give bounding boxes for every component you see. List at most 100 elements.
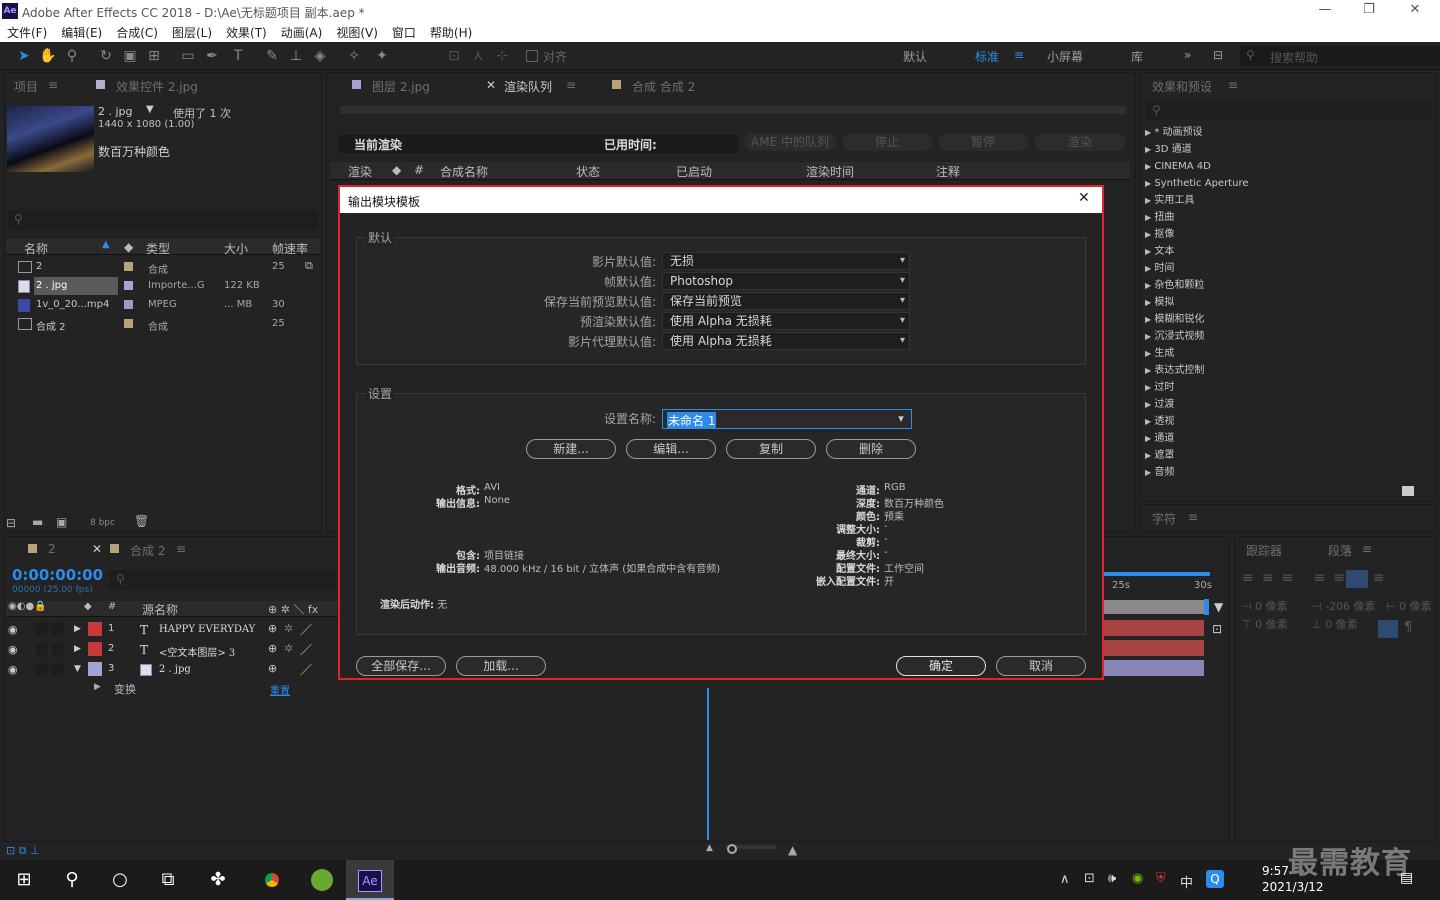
effects-category[interactable]: ▶ * 动画预设 bbox=[1145, 124, 1203, 141]
setting-name-combo[interactable]: 未命名 1 ▾ bbox=[662, 409, 912, 429]
movie-default-select[interactable]: 无损 ▾ bbox=[662, 252, 910, 270]
effects-category[interactable]: ▶ 表达式控制 bbox=[1145, 362, 1204, 379]
layer-label-color[interactable] bbox=[88, 662, 102, 676]
rectangle-tool-icon[interactable]: ▭ bbox=[178, 46, 198, 66]
more-workspaces-icon[interactable]: » bbox=[1184, 48, 1191, 62]
menu-layer[interactable]: 图层(L) bbox=[165, 24, 219, 41]
col-render-time[interactable]: 渲染时间 bbox=[806, 163, 854, 180]
interpret-footage-icon[interactable]: ⊟ bbox=[6, 516, 16, 530]
tab-timeline-comp2[interactable]: 合成 2 bbox=[130, 542, 165, 559]
effects-category[interactable]: ▶ 生成 bbox=[1145, 345, 1174, 362]
tab-composition[interactable]: 合成 合成 2 bbox=[632, 78, 695, 95]
chevron-down-icon[interactable]: ▾ bbox=[891, 410, 911, 428]
notification-icon[interactable]: ▤ bbox=[1400, 870, 1413, 886]
tab-character[interactable]: 字符 bbox=[1152, 510, 1176, 527]
restore-button[interactable]: ❐ bbox=[1354, 2, 1384, 20]
eye-visibility-icon[interactable]: ◉ bbox=[8, 623, 18, 636]
effects-category[interactable]: ▶ 模拟 bbox=[1145, 294, 1174, 311]
character-menu-icon[interactable]: ≡ bbox=[1188, 510, 1198, 524]
zoom-tool-icon[interactable]: ⚲ bbox=[62, 46, 82, 66]
reset-link[interactable]: 重置 bbox=[270, 682, 290, 697]
setting-name-input[interactable]: 未命名 1 bbox=[667, 412, 717, 429]
nvidia-icon[interactable]: ◉ bbox=[1132, 871, 1143, 886]
ime-indicator[interactable]: 中 bbox=[1180, 872, 1193, 891]
proxy-default-select[interactable]: 使用 Alpha 无损耗 ▾ bbox=[662, 332, 910, 350]
col-source-name[interactable]: 源名称 bbox=[142, 601, 178, 618]
pen-tool-icon[interactable]: ✒ bbox=[202, 46, 222, 66]
ame-queue-button[interactable]: AME 中的队列 bbox=[744, 133, 836, 151]
eye-visibility-icon[interactable]: ◉ bbox=[8, 643, 18, 656]
workspace-default[interactable]: 默认 bbox=[903, 48, 927, 65]
menu-animation[interactable]: 动画(A) bbox=[274, 24, 330, 41]
melon-app-icon[interactable] bbox=[298, 860, 346, 900]
solo-switch[interactable] bbox=[36, 623, 48, 635]
menu-composition[interactable]: 合成(C) bbox=[109, 24, 165, 41]
shy-switch-icon[interactable]: ⊕ bbox=[268, 622, 277, 635]
effects-category[interactable]: ▶ CINEMA 4D bbox=[1145, 158, 1211, 175]
effects-category[interactable]: ▶ 透视 bbox=[1145, 413, 1174, 430]
quality-switch-icon[interactable]: ／ bbox=[300, 661, 312, 678]
col-name[interactable]: 名称 bbox=[24, 240, 48, 257]
new-preset-icon[interactable] bbox=[1402, 486, 1414, 496]
collapse-arrow-icon[interactable]: ▼ bbox=[74, 664, 81, 674]
effects-category[interactable]: ▶ 实用工具 bbox=[1145, 192, 1194, 209]
cortana-icon[interactable]: ○ bbox=[96, 860, 144, 900]
new-template-button[interactable]: 新建... bbox=[526, 439, 616, 459]
indent-right-value[interactable]: ⊢ 0 像素 bbox=[1386, 598, 1432, 614]
volume-icon[interactable]: 🕪 bbox=[1108, 871, 1116, 886]
close-window-button[interactable]: ✕ bbox=[1400, 2, 1430, 20]
effects-category[interactable]: ▶ 过渡 bbox=[1145, 396, 1174, 413]
search-icon[interactable]: ⚲ bbox=[48, 860, 96, 900]
save-all-button[interactable]: 全部保存... bbox=[356, 656, 446, 676]
expand-transform-icon[interactable]: ▶ bbox=[94, 682, 101, 692]
bit-depth[interactable]: 8 bpc bbox=[90, 518, 115, 528]
tab-paragraph[interactable]: 段落 bbox=[1328, 542, 1352, 559]
col-size[interactable]: 大小 bbox=[224, 240, 248, 257]
after-effects-taskbar-icon[interactable]: Ae bbox=[346, 860, 394, 900]
lock-switch[interactable] bbox=[52, 643, 64, 655]
effects-category[interactable]: ▶ 过时 bbox=[1145, 379, 1174, 396]
effects-category[interactable]: ▶ 模糊和锐化 bbox=[1145, 311, 1204, 328]
project-search-input[interactable]: ⚲ bbox=[8, 210, 318, 230]
justify-active-icon[interactable] bbox=[1346, 570, 1368, 588]
tab-layer[interactable]: 图层 2.jpg bbox=[372, 78, 430, 95]
layer-row[interactable]: ◉ ▶ 2 T <空文本图层> 3 ⊕ ✲ ／ bbox=[6, 640, 332, 660]
project-row[interactable]: 2 合成 25 ⧉ bbox=[6, 258, 320, 276]
camera-tool-icon[interactable]: ▣ bbox=[120, 46, 140, 66]
effects-category[interactable]: ▶ 时间 bbox=[1145, 260, 1174, 277]
brush-tool-icon[interactable]: ✎ bbox=[262, 46, 282, 66]
network-icon[interactable]: ⊡ bbox=[1084, 871, 1095, 886]
item-dropdown-icon[interactable]: ▼ bbox=[146, 104, 154, 115]
duplicate-template-button[interactable]: 复制 bbox=[726, 439, 816, 459]
layer-bar-2[interactable] bbox=[1104, 640, 1204, 656]
help-search-box[interactable]: ⚲ 搜索帮助 bbox=[1240, 46, 1440, 66]
indent-first-value[interactable]: ⊣ -206 像素 bbox=[1312, 598, 1376, 614]
cancel-button[interactable]: 取消 bbox=[996, 656, 1086, 676]
space-before-value[interactable]: ⊤ 0 像素 bbox=[1242, 616, 1288, 632]
zoom-in-icon[interactable]: ▲ bbox=[788, 843, 797, 857]
pinwheel-app-icon[interactable]: ✤ bbox=[194, 860, 242, 900]
effects-search-input[interactable]: ⚲ bbox=[1146, 102, 1432, 120]
qq-icon[interactable]: Q bbox=[1206, 870, 1224, 888]
flowchart-icon[interactable]: ⧉ bbox=[305, 259, 313, 273]
col-number[interactable]: # bbox=[414, 163, 424, 177]
collapse-switch-icon[interactable]: ✲ bbox=[284, 642, 293, 655]
tab-tracker[interactable]: 跟踪器 bbox=[1246, 542, 1282, 559]
project-row[interactable]: 合成 2 合成 25 bbox=[6, 315, 320, 333]
close-tab-icon[interactable]: ✕ bbox=[92, 542, 102, 556]
effects-category[interactable]: ▶ Synthetic Aperture bbox=[1145, 175, 1249, 192]
collapse-switch-icon[interactable]: ✲ bbox=[284, 622, 293, 635]
timeline-footer-icons[interactable]: ⊡ ⧉ ⊥ bbox=[6, 844, 40, 858]
trash-icon[interactable]: 🗑 bbox=[134, 514, 149, 528]
col-started[interactable]: 已启动 bbox=[676, 163, 712, 180]
col-status[interactable]: 状态 bbox=[576, 163, 600, 180]
effects-category[interactable]: ▶ 扭曲 bbox=[1145, 209, 1174, 226]
paragraph-menu-icon[interactable]: ≡ bbox=[1362, 542, 1372, 556]
clone-stamp-tool-icon[interactable]: ⊥ bbox=[286, 46, 306, 66]
lock-switch[interactable] bbox=[52, 663, 64, 675]
menu-view[interactable]: 视图(V) bbox=[329, 24, 385, 41]
shy-switch-icon[interactable]: ⊕ bbox=[268, 662, 277, 675]
layer-bar-3[interactable] bbox=[1104, 660, 1204, 676]
layer-row[interactable]: ◉ ▶ 1 T HAPPY EVERYDAY ⊕ ✲ ／ bbox=[6, 620, 332, 640]
menu-window[interactable]: 窗口 bbox=[385, 24, 423, 41]
